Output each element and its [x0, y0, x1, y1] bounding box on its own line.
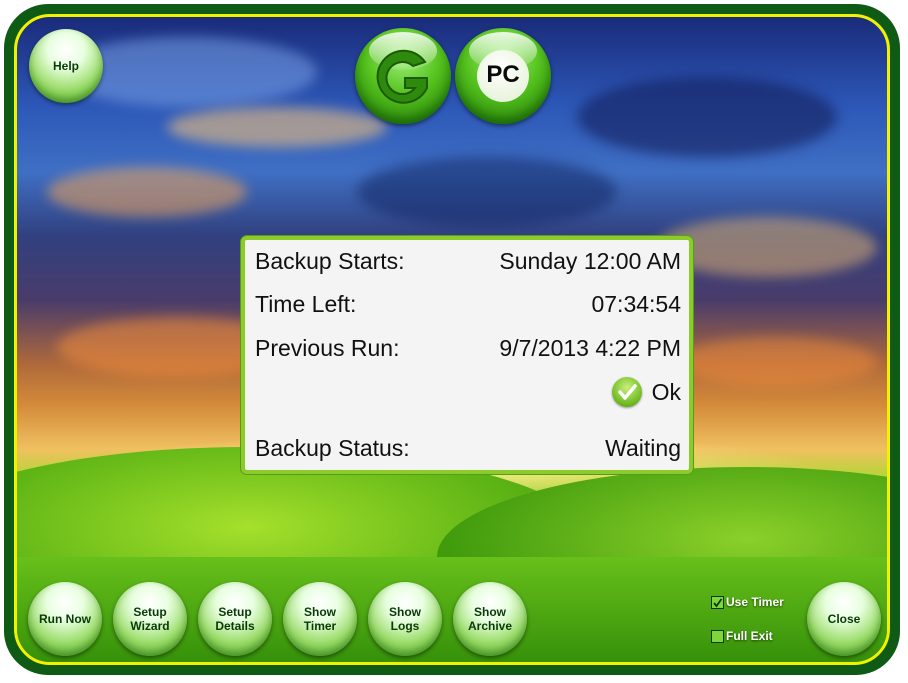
- full-exit-option[interactable]: Full Exit: [711, 629, 773, 643]
- previous-run-row: Previous Run: 9/7/2013 4:22 PM: [255, 335, 681, 362]
- setup-details-label-1: Setup: [218, 605, 252, 619]
- backup-status-panel: Backup Starts: Sunday 12:00 AM Time Left…: [241, 236, 693, 474]
- time-left-label: Time Left:: [255, 291, 357, 317]
- previous-run-label: Previous Run:: [255, 335, 400, 361]
- help-button[interactable]: Help: [29, 29, 103, 103]
- show-timer-label-2: Timer: [303, 619, 337, 633]
- cloud: [167, 107, 387, 147]
- cloud: [357, 157, 617, 227]
- time-left-value: 07:34:54: [591, 291, 681, 317]
- result-text: Ok: [651, 378, 681, 405]
- use-timer-checkbox[interactable]: [711, 595, 724, 609]
- backup-status-label: Backup Status:: [255, 435, 410, 461]
- setup-wizard-label-1: Setup: [133, 605, 167, 619]
- go-pc-logo: PC: [355, 28, 555, 128]
- show-logs-label-2: Logs: [390, 619, 420, 633]
- checkmark-icon: [713, 597, 723, 607]
- time-left-row: Time Left: 07:34:54: [255, 291, 681, 318]
- show-archive-label-1: Show: [474, 605, 506, 619]
- setup-details-button[interactable]: Setup Details: [198, 582, 272, 656]
- close-button[interactable]: Close: [807, 582, 881, 656]
- logo-pc-text: PC: [486, 61, 520, 88]
- use-timer-label: Use Timer: [726, 595, 784, 609]
- cloud: [47, 167, 247, 217]
- cloud: [677, 337, 877, 387]
- cloud: [577, 77, 837, 157]
- run-now-button[interactable]: Run Now: [28, 582, 102, 656]
- g-letter-icon: [376, 49, 428, 104]
- setup-details-label-2: Details: [215, 619, 255, 633]
- show-archive-button[interactable]: Show Archive: [453, 582, 527, 656]
- full-exit-checkbox[interactable]: [711, 629, 724, 643]
- previous-run-value: 9/7/2013 4:22 PM: [499, 335, 681, 361]
- backup-starts-label: Backup Starts:: [255, 248, 405, 274]
- show-timer-label-1: Show: [304, 605, 336, 619]
- setup-wizard-button[interactable]: Setup Wizard: [113, 582, 187, 656]
- use-timer-option[interactable]: Use Timer: [711, 595, 784, 609]
- show-logs-label-1: Show: [389, 605, 421, 619]
- setup-wizard-label-2: Wizard: [130, 619, 170, 633]
- logo-ball-g: [355, 28, 451, 124]
- backup-starts-value: Sunday 12:00 AM: [499, 248, 681, 274]
- checkmark-icon: [611, 377, 642, 407]
- help-button-label: Help: [52, 59, 79, 73]
- run-now-label: Run Now: [39, 612, 91, 626]
- close-label: Close: [827, 612, 861, 626]
- backup-starts-row: Backup Starts: Sunday 12:00 AM: [255, 248, 681, 275]
- backup-status-value: Waiting: [605, 435, 681, 461]
- result-row: Ok: [255, 377, 681, 407]
- logo-ball-pc: PC: [455, 28, 551, 124]
- show-timer-button[interactable]: Show Timer: [283, 582, 357, 656]
- backup-status-row: Backup Status: Waiting: [255, 435, 681, 462]
- full-exit-label: Full Exit: [726, 629, 773, 643]
- show-logs-button[interactable]: Show Logs: [368, 582, 442, 656]
- show-archive-label-2: Archive: [467, 619, 513, 633]
